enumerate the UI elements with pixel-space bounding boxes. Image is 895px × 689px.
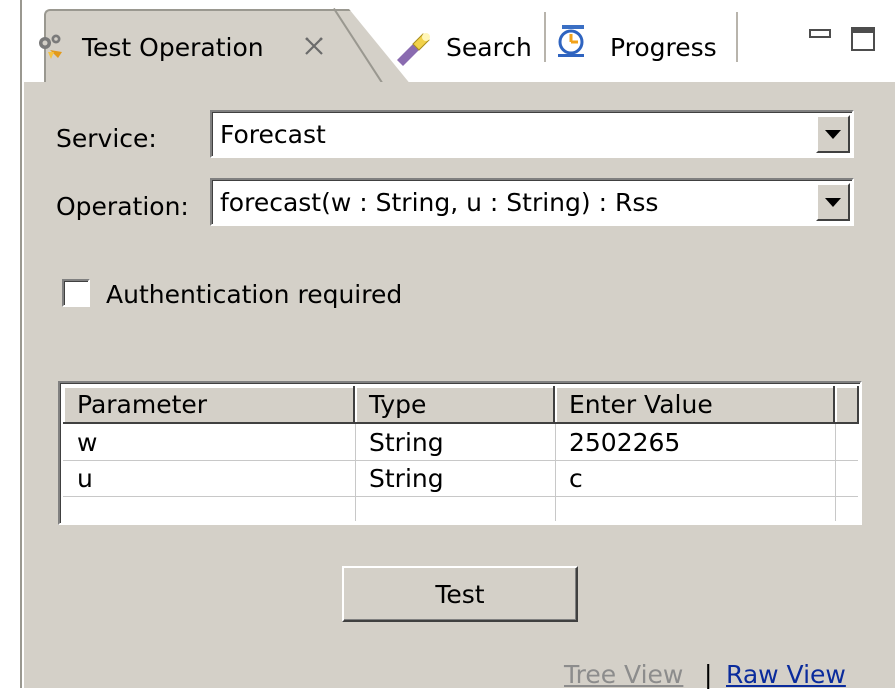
table-cell-parameter: u bbox=[77, 463, 93, 493]
chevron-down-icon bbox=[825, 197, 841, 207]
tab-separator bbox=[544, 12, 546, 62]
table-cell-type: String bbox=[369, 463, 444, 493]
maximize-icon[interactable] bbox=[850, 26, 878, 60]
service-label: Service: bbox=[56, 124, 157, 153]
progress-icon bbox=[556, 24, 590, 64]
table-header-type[interactable]: Type bbox=[355, 386, 555, 424]
table-cell-value[interactable]: c bbox=[555, 460, 835, 496]
operation-dropdown-button[interactable] bbox=[816, 183, 850, 221]
authentication-checkbox[interactable] bbox=[62, 279, 90, 307]
service-select[interactable]: Forecast bbox=[210, 110, 854, 158]
raw-view-link[interactable]: Raw View bbox=[726, 660, 846, 689]
minimize-icon[interactable] bbox=[808, 26, 832, 56]
tree-view-link: Tree View bbox=[564, 660, 684, 689]
view-links-separator: | bbox=[704, 660, 713, 689]
operation-select-value: forecast(w : String, u : String) : Rss bbox=[220, 187, 659, 217]
service-select-value: Forecast bbox=[220, 119, 326, 149]
operation-label: Operation: bbox=[56, 192, 189, 221]
window-left-edge bbox=[0, 0, 22, 688]
table-header-enter-value[interactable]: Enter Value bbox=[555, 386, 835, 424]
test-operation-panel: Service: Forecast Operation: forecast(w … bbox=[24, 82, 895, 689]
tab-search-label: Search bbox=[446, 32, 532, 62]
flashlight-icon bbox=[393, 28, 433, 72]
operation-select[interactable]: forecast(w : String, u : String) : Rss bbox=[210, 178, 854, 226]
gears-icon bbox=[36, 32, 66, 68]
table-header-parameter[interactable]: Parameter bbox=[63, 386, 355, 424]
close-icon[interactable] bbox=[303, 34, 325, 63]
authentication-label[interactable]: Authentication required bbox=[106, 280, 402, 309]
parameters-table: Parameter Type Enter Value w String 2502… bbox=[58, 381, 862, 525]
chevron-down-icon bbox=[825, 129, 841, 139]
table-cell-type: String bbox=[369, 427, 444, 457]
tab-separator bbox=[736, 12, 738, 62]
service-dropdown-button[interactable] bbox=[816, 115, 850, 153]
table-header-filler bbox=[835, 386, 859, 424]
table-cell-parameter: w bbox=[77, 427, 98, 457]
test-button[interactable]: Test bbox=[342, 566, 578, 622]
row-divider bbox=[63, 496, 858, 497]
table-cell-value[interactable]: 2502265 bbox=[555, 424, 835, 460]
tab-test-operation-label: Test Operation bbox=[82, 32, 264, 62]
tab-progress-label: Progress bbox=[610, 32, 717, 62]
column-divider bbox=[835, 424, 836, 521]
